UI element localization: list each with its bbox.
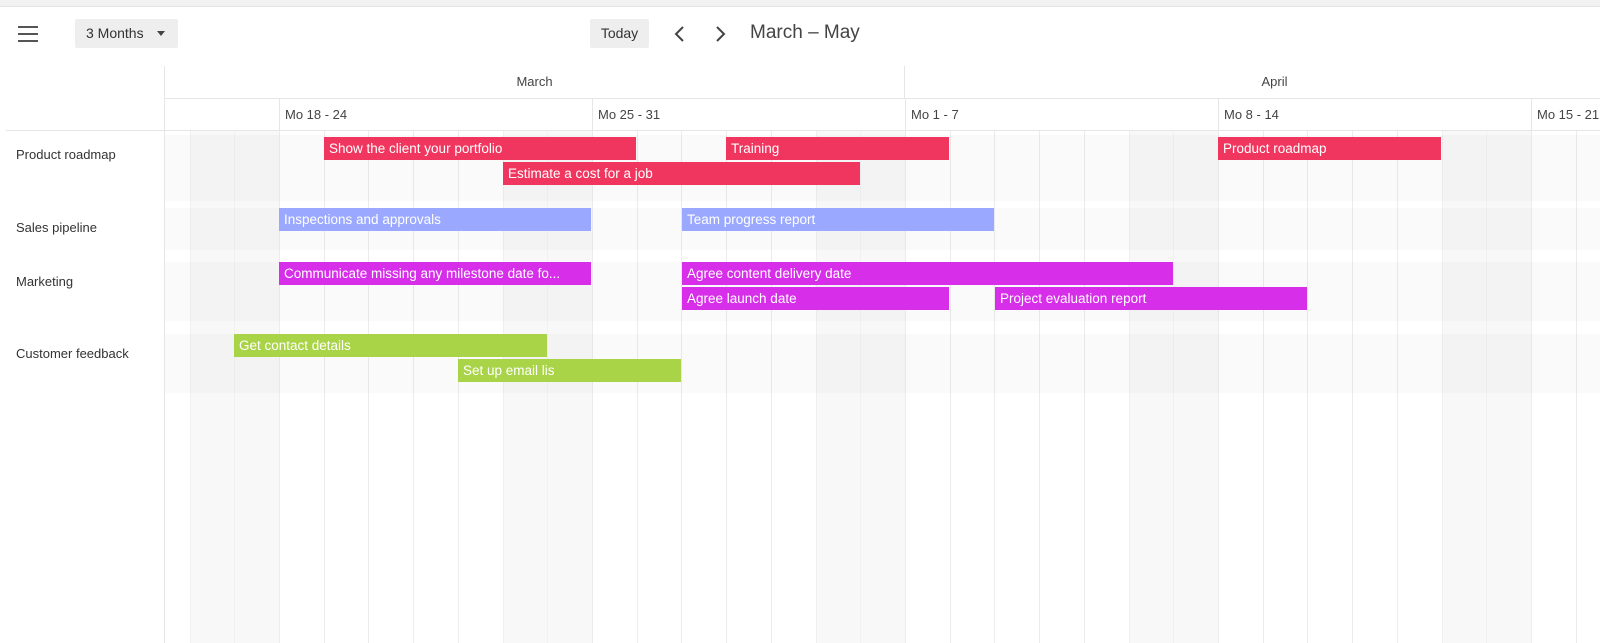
caret-down-icon <box>157 31 165 36</box>
resource-column: Product roadmap Sales pipeline Marketing… <box>6 66 164 643</box>
event-bar[interactable]: Estimate a cost for a job <box>503 162 860 185</box>
event-bar[interactable]: Team progress report <box>682 208 994 231</box>
event-bar[interactable]: Agree launch date <box>682 287 949 310</box>
timeline-area[interactable]: March April Mo 18 - 24 Mo 25 - 31 Mo 1 -… <box>164 66 1600 643</box>
event-bar[interactable]: Get contact details <box>234 334 547 357</box>
hamburger-menu-icon[interactable] <box>14 22 44 46</box>
resource-label-sales-pipeline: Sales pipeline <box>16 220 97 235</box>
event-bar[interactable]: Training <box>726 137 949 160</box>
scheduler-toolbar: 3 Months Today March – May <box>0 7 1600 63</box>
event-bar[interactable]: Set up email lis <box>458 359 681 382</box>
month-header-row: March April <box>165 66 1600 99</box>
resource-label-customer-feedback: Customer feedback <box>16 346 129 361</box>
resource-label-marketing: Marketing <box>16 274 74 289</box>
week-header-row: Mo 18 - 24 Mo 25 - 31 Mo 1 - 7 Mo 8 - 14… <box>165 99 1600 131</box>
resource-label-product-roadmap: Product roadmap <box>16 147 116 162</box>
week-header: Mo 8 - 14 <box>1218 99 1279 130</box>
week-header: Mo 25 - 31 <box>592 99 660 130</box>
timeline-grid: Show the client your portfolio Training … <box>165 131 1600 643</box>
month-header-march: March <box>165 66 905 98</box>
window-top-strip <box>0 0 1600 7</box>
event-bar[interactable]: Agree content delivery date <box>682 262 1173 285</box>
event-bar[interactable]: Project evaluation report <box>995 287 1307 310</box>
event-bar[interactable]: Show the client your portfolio <box>324 137 636 160</box>
period-title: March – May <box>750 22 860 43</box>
event-bar[interactable]: Inspections and approvals <box>279 208 591 231</box>
week-header: Mo 1 - 7 <box>905 99 959 130</box>
resource-header <box>6 66 164 131</box>
week-header: Mo 15 - 21 <box>1531 99 1599 130</box>
today-button[interactable]: Today <box>590 19 649 48</box>
view-range-dropdown[interactable]: 3 Months <box>75 19 178 48</box>
chevron-right-icon[interactable] <box>708 21 732 47</box>
event-bar[interactable]: Communicate missing any milestone date f… <box>279 262 591 285</box>
month-header-april: April <box>905 66 1600 98</box>
chevron-left-icon[interactable] <box>668 21 692 47</box>
view-range-label: 3 Months <box>86 25 144 41</box>
timeline-scheduler: Product roadmap Sales pipeline Marketing… <box>0 66 1600 643</box>
week-header: Mo 18 - 24 <box>279 99 347 130</box>
event-bar[interactable]: Product roadmap <box>1218 137 1441 160</box>
